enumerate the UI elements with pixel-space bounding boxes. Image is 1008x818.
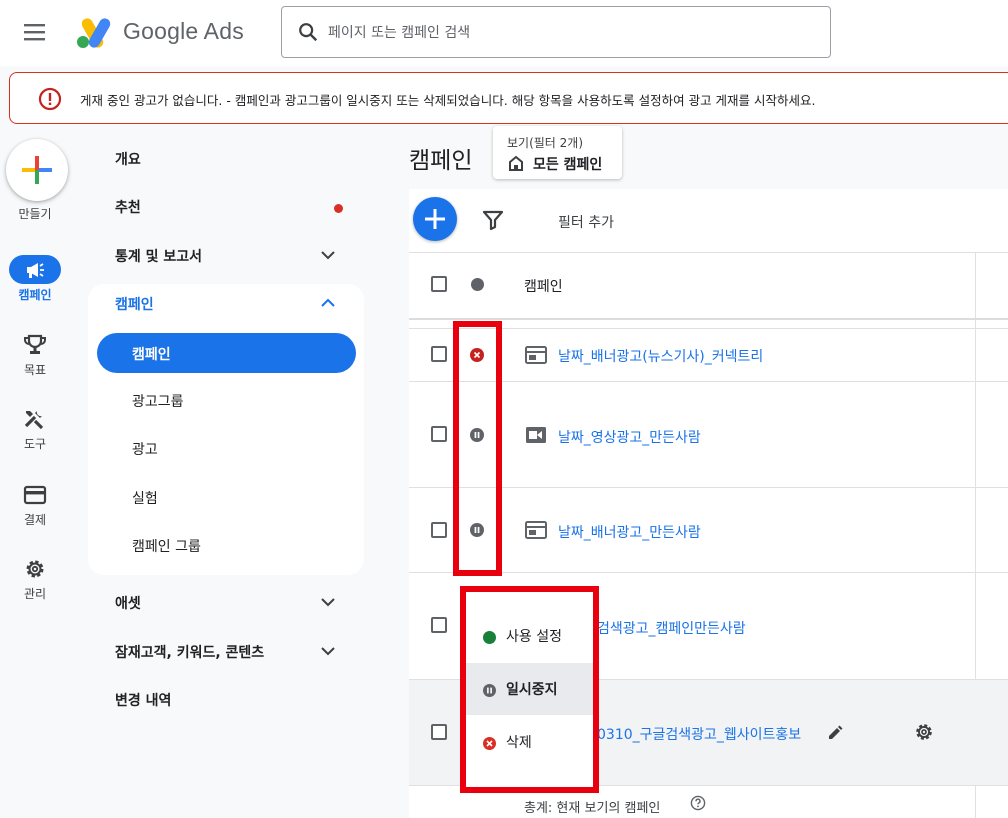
column-header-campaign[interactable]: 캠페인 <box>524 276 563 296</box>
credit-card-icon <box>23 483 47 507</box>
row-checkbox[interactable] <box>431 617 447 633</box>
rail-item-tools[interactable]: 도구 <box>0 407 70 467</box>
page-title: 캠페인 <box>409 148 473 174</box>
create-button[interactable] <box>6 139 68 201</box>
chevron-down-icon <box>320 247 336 263</box>
campaign-link[interactable]: 검색광고_캠페인만든사람 <box>597 618 746 638</box>
nav-item-change-history[interactable]: 변경 내역 <box>88 677 364 721</box>
rail-item-admin[interactable]: 관리 <box>0 557 70 617</box>
nav-label: 변경 내역 <box>115 693 172 709</box>
nav-sub-experiments[interactable]: 실험 <box>97 477 356 517</box>
nav-label: 개요 <box>115 152 141 168</box>
view-selector[interactable]: 보기(필터 2개) 모든 캠페인 <box>493 126 622 179</box>
rail-label-tools: 도구 <box>23 437 47 451</box>
nav-sub-campaign-groups[interactable]: 캠페인 그룹 <box>97 525 356 565</box>
search-input[interactable] <box>328 21 808 45</box>
rail-label-campaign: 캠페인 <box>18 288 52 302</box>
campaign-link[interactable]: 날짜_배너광고_만든사람 <box>558 522 701 542</box>
rail-item-goals[interactable]: 목표 <box>0 333 70 393</box>
display-campaign-icon <box>525 520 547 540</box>
nav-sub-adgroups[interactable]: 광고그룹 <box>97 380 356 420</box>
notification-dot <box>334 204 343 213</box>
view-value: 모든 캠페인 <box>533 157 603 173</box>
row-checkbox[interactable] <box>431 522 447 538</box>
hamburger-menu-icon[interactable] <box>22 21 48 43</box>
add-filter-button[interactable]: 필터 추가 <box>558 212 614 232</box>
campaign-link[interactable]: 0310_구글검색광고_웹사이트홍보 <box>597 724 801 744</box>
nav-label: 통계 및 보고서 <box>115 249 203 265</box>
nav-label: 추천 <box>115 200 141 216</box>
highlight-box-status-icons <box>453 321 502 576</box>
rail-item-campaign[interactable]: 캠페인 <box>0 258 70 318</box>
chevron-down-icon <box>320 643 336 659</box>
select-all-checkbox[interactable] <box>431 276 447 292</box>
status-column-icon[interactable] <box>471 278 484 291</box>
nav-item-campaigns[interactable]: 캠페인 <box>88 281 364 325</box>
rail-label-admin: 관리 <box>23 587 47 601</box>
divider <box>409 252 1008 253</box>
nav-sub-label: 광고 <box>132 442 158 458</box>
highlight-box-status-menu <box>460 586 599 793</box>
campaign-link[interactable]: 날짜_영상광고_만든사람 <box>558 427 701 447</box>
nav-item-overview[interactable]: 개요 <box>88 136 364 180</box>
nav-sub-campaign[interactable]: 캠페인 <box>97 333 356 373</box>
google-ads-logo-icon[interactable] <box>74 14 114 50</box>
alert-message: 게재 중인 광고가 없습니다. - 캠페인과 광고그룹이 일시중지 또는 삭제되… <box>80 93 816 108</box>
table-total-label: 총계: 현재 보기의 캠페인 <box>524 801 661 816</box>
error-icon <box>38 87 62 111</box>
video-campaign-icon <box>525 425 547 445</box>
nav-label: 애셋 <box>115 596 141 612</box>
chevron-up-icon <box>320 295 336 311</box>
chevron-down-icon <box>320 594 336 610</box>
add-campaign-button[interactable] <box>413 197 457 241</box>
search-box[interactable] <box>281 6 831 58</box>
top-app-bar: Google Ads <box>0 0 1008 66</box>
nav-sub-label: 실험 <box>132 491 158 507</box>
nav-item-assets[interactable]: 애셋 <box>88 580 364 624</box>
no-ads-alert-banner: 게재 중인 광고가 없습니다. - 캠페인과 광고그룹이 일시중지 또는 삭제되… <box>9 72 1008 124</box>
help-icon[interactable] <box>690 795 706 811</box>
settings-gear-icon[interactable] <box>913 721 935 743</box>
plus-icon <box>425 209 445 229</box>
edit-pencil-icon[interactable] <box>826 724 844 742</box>
row-checkbox[interactable] <box>431 724 447 740</box>
nav-item-reports[interactable]: 통계 및 보고서 <box>88 233 364 277</box>
display-campaign-icon <box>525 345 547 365</box>
nav-item-audiences[interactable]: 잠재고객, 키워드, 콘텐츠 <box>88 629 364 673</box>
nav-sub-label: 캠페인 그룹 <box>132 539 201 555</box>
row-checkbox[interactable] <box>431 426 447 442</box>
view-filter-label: 보기(필터 2개) <box>507 136 584 150</box>
header-divider <box>409 318 1008 320</box>
nav-item-recommendations[interactable]: 추천 <box>88 184 364 228</box>
nav-sub-ads[interactable]: 광고 <box>97 428 356 468</box>
search-icon <box>297 21 319 43</box>
filter-icon[interactable] <box>481 208 505 232</box>
create-label: 만들기 <box>18 207 52 221</box>
tools-icon <box>23 407 47 431</box>
row-checkbox[interactable] <box>431 346 447 362</box>
gear-icon <box>23 557 47 581</box>
rail-label-billing: 결제 <box>23 513 47 527</box>
plus-icon <box>22 156 52 184</box>
nav-label: 잠재고객, 키워드, 콘텐츠 <box>115 645 265 661</box>
nav-label: 캠페인 <box>115 297 154 313</box>
rail-label-goals: 목표 <box>23 363 47 377</box>
trophy-icon <box>23 333 47 357</box>
megaphone-icon <box>23 258 47 282</box>
campaign-link[interactable]: 날짜_배너광고(뉴스기사)_커넥트리 <box>558 346 763 366</box>
app-name: Google Ads <box>123 18 244 44</box>
nav-sub-label: 캠페인 <box>132 347 171 363</box>
rail-item-billing[interactable]: 결제 <box>0 483 70 543</box>
nav-sub-label: 광고그룹 <box>132 394 184 410</box>
home-icon <box>507 154 525 172</box>
